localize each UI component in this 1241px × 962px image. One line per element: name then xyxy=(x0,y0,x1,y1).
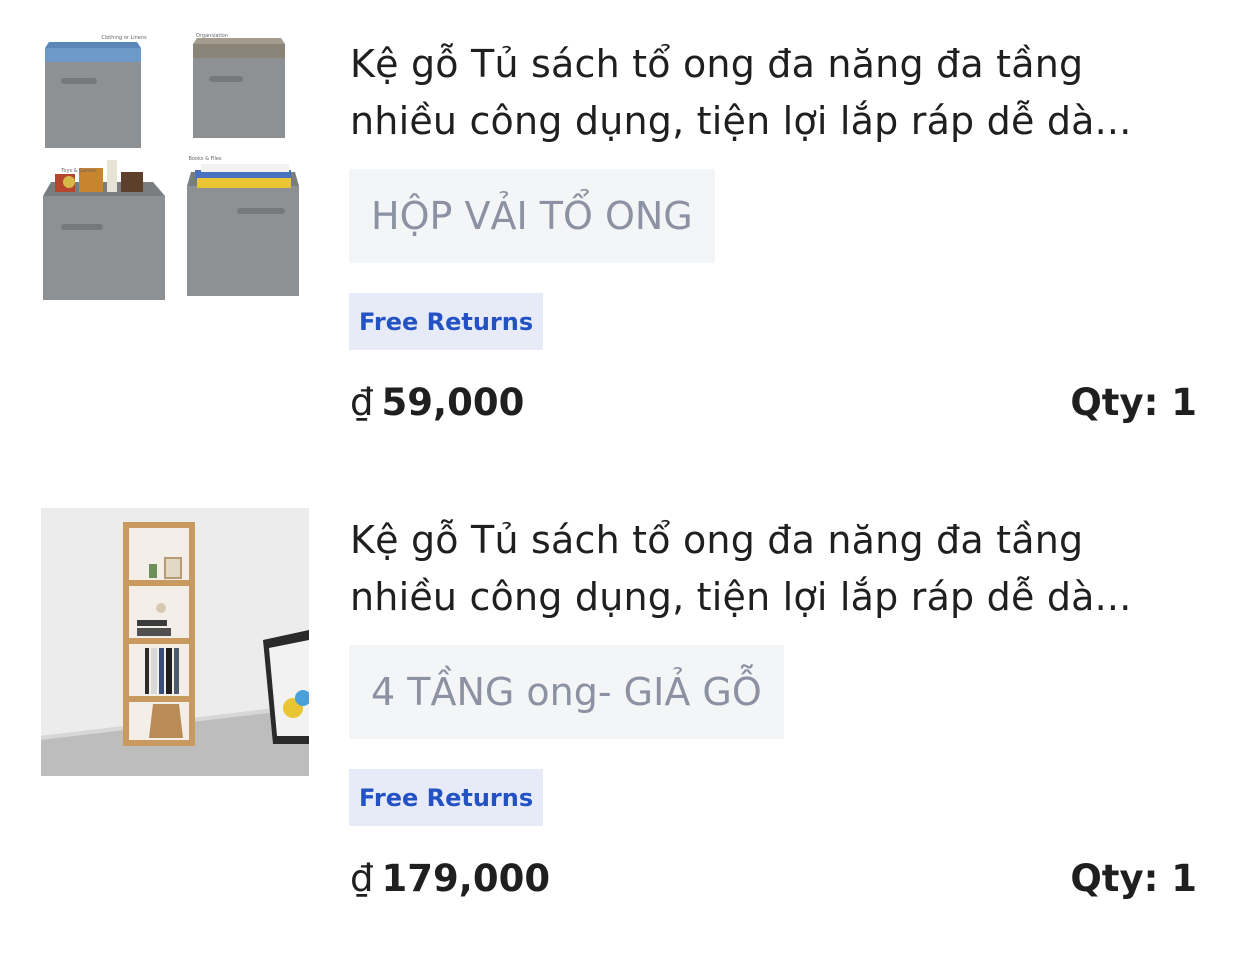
free-returns-badge: Free Returns xyxy=(349,769,544,826)
product-title-line: Kệ gỗ Tủ sách tổ ong đa năng đa tầng xyxy=(350,518,1084,562)
product-image[interactable]: Clothing or Linens Organization Toys & G… xyxy=(41,32,309,300)
product-title[interactable]: Kệ gỗ Tủ sách tổ ong đa năng đa tầng nhi… xyxy=(350,512,1200,626)
svg-text:Clothing or Linens: Clothing or Linens xyxy=(101,35,147,41)
price-value: 179,000 xyxy=(381,857,551,900)
wooden-bookshelf-image xyxy=(41,508,309,776)
product-title-line: nhiều công dụng, tiện lợi lắp ráp dễ dà.… xyxy=(350,575,1132,619)
item-price: ₫ 59,000 xyxy=(350,381,524,424)
cart-item[interactable]: Clothing or Linens Organization Toys & G… xyxy=(0,0,1241,440)
svg-text:Organization: Organization xyxy=(196,33,228,39)
product-image[interactable] xyxy=(41,508,309,776)
product-title-line: nhiều công dụng, tiện lợi lắp ráp dễ dà.… xyxy=(350,99,1132,143)
variant-label: 4 TẦNG ong- GIẢ GỖ xyxy=(349,645,784,739)
svg-text:Books & Files: Books & Files xyxy=(188,156,221,162)
item-price: ₫ 179,000 xyxy=(350,857,550,900)
product-title[interactable]: Kệ gỗ Tủ sách tổ ong đa năng đa tầng nhi… xyxy=(350,36,1200,150)
quantity-label[interactable]: Qty: 1 xyxy=(1070,857,1197,900)
price-value: 59,000 xyxy=(381,381,525,424)
product-title-line: Kệ gỗ Tủ sách tổ ong đa năng đa tầng xyxy=(350,42,1084,86)
svg-text:Toys & Games: Toys & Games xyxy=(60,168,97,174)
cart-item[interactable]: Kệ gỗ Tủ sách tổ ong đa năng đa tầng nhi… xyxy=(0,476,1241,916)
currency-symbol: ₫ xyxy=(350,381,374,424)
quantity-label[interactable]: Qty: 1 xyxy=(1070,381,1197,424)
variant-label: HỘP VẢI TỔ ONG xyxy=(349,169,715,263)
free-returns-badge: Free Returns xyxy=(349,293,544,350)
fabric-storage-boxes-image: Clothing or Linens Organization Toys & G… xyxy=(41,32,309,300)
currency-symbol: ₫ xyxy=(350,857,374,900)
